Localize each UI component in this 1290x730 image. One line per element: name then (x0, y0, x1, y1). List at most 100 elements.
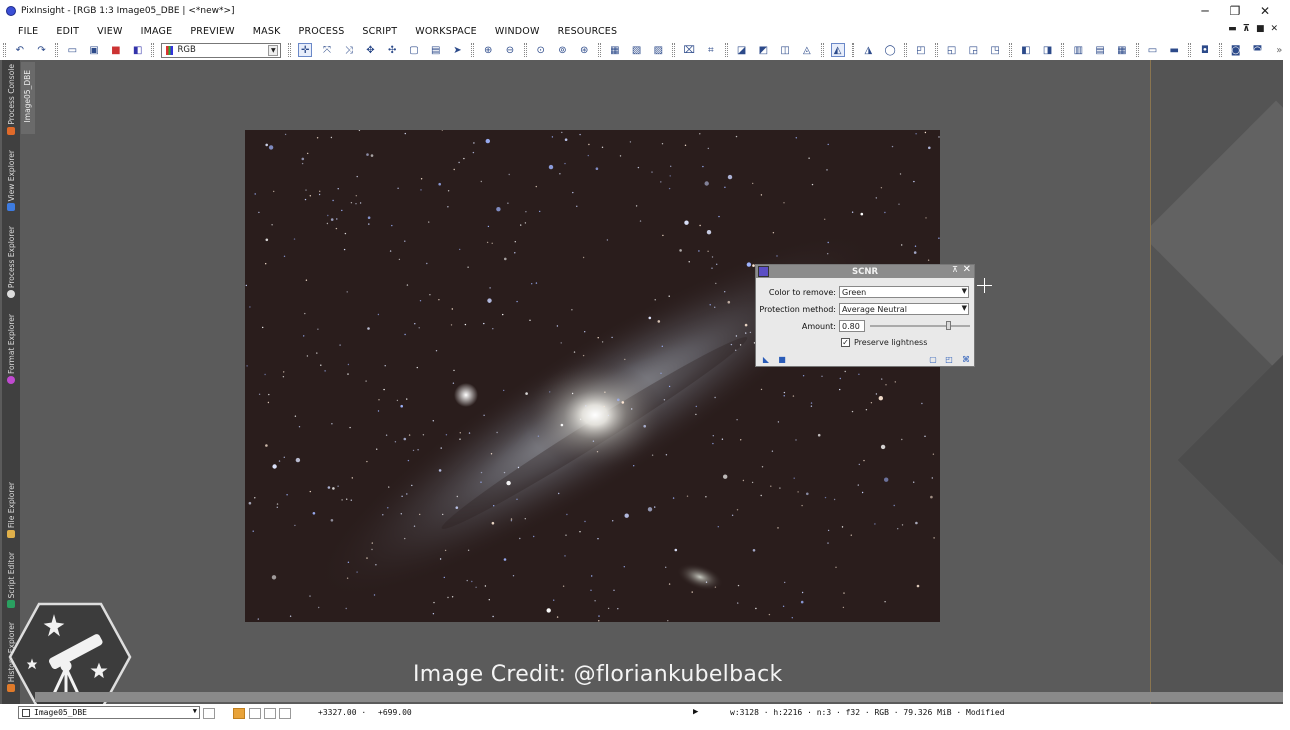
explorer-3-icon[interactable]: ▦ (1115, 43, 1129, 57)
collapse-icon[interactable]: ⊼ (952, 265, 958, 274)
view-explorer-tab[interactable]: View Explorer (3, 150, 19, 212)
new-image-icon[interactable]: ▣ (87, 43, 101, 57)
stf-4-icon[interactable]: ◬ (800, 43, 814, 57)
mdi-maximize-icon[interactable]: ■ (1256, 24, 1265, 34)
image-window-andromeda[interactable] (245, 130, 940, 622)
script-editor-tab[interactable]: Script Editor (3, 552, 19, 609)
readout-swatch-1[interactable] (233, 708, 245, 719)
zoom-out-icon[interactable]: ⊖ (503, 43, 517, 57)
star (265, 263, 267, 265)
frame-3-icon[interactable]: ▨ (652, 43, 666, 57)
horizontal-scrollbar[interactable] (35, 692, 1283, 702)
mdi-close-icon[interactable]: ✕ (1270, 24, 1278, 34)
restore-button[interactable]: ❐ (1220, 2, 1250, 20)
menu-preview[interactable]: PREVIEW (190, 26, 234, 37)
preview-icon[interactable]: ▤ (429, 43, 443, 57)
layout-icon[interactable]: ◧ (1019, 43, 1033, 57)
color-manage-icon[interactable]: ◧ (131, 43, 145, 57)
star (698, 250, 700, 252)
readout-swatch-3[interactable] (264, 708, 276, 719)
menu-view[interactable]: VIEW (97, 26, 123, 37)
resize-icon[interactable]: ⌗ (704, 43, 718, 57)
process-explorer-tab[interactable]: Process Explorer (3, 226, 19, 299)
view-options-button[interactable] (203, 708, 215, 719)
zoom-window-icon[interactable]: ⊛ (577, 43, 591, 57)
view-select[interactable]: Image05_DBE ▼ (18, 706, 200, 719)
mask-6-icon[interactable]: ◳ (988, 43, 1002, 57)
format-explorer-tab[interactable]: Format Explorer (3, 314, 19, 385)
fit-icon[interactable]: ⤨ (342, 43, 356, 57)
menu-file[interactable]: FILE (18, 26, 38, 37)
mask-1-icon[interactable]: ◮ (861, 43, 875, 57)
file-explorer-tab[interactable]: File Explorer (3, 482, 19, 539)
more-icon[interactable]: » (1272, 43, 1286, 57)
amount-slider[interactable] (870, 321, 970, 330)
mask-2-icon[interactable]: ◯ (883, 43, 897, 57)
minimize-button[interactable]: ─ (1190, 2, 1220, 20)
menu-window[interactable]: WINDOW (495, 26, 540, 37)
menu-resources[interactable]: RESOURCES (558, 26, 618, 37)
star (931, 477, 933, 479)
amount-input[interactable]: 0.80 (839, 320, 865, 332)
frame-icon[interactable]: ▦ (608, 43, 622, 57)
close-button[interactable]: ✕ (1250, 2, 1280, 20)
screen-2-icon[interactable]: ◙ (1229, 43, 1243, 57)
stf-icon[interactable]: ◪ (735, 43, 749, 57)
protection-method-select[interactable]: Average Neutral ▼ (839, 303, 969, 315)
screen-icon[interactable]: ◘ (1198, 43, 1212, 57)
reset-icon[interactable]: ⌘ (961, 354, 971, 364)
new-instance-icon[interactable]: ◣ (761, 354, 771, 364)
move-icon[interactable]: ✥ (364, 43, 378, 57)
mask-show-icon[interactable]: ◭ (830, 43, 845, 57)
monitor-2-icon[interactable]: ▬ (1167, 43, 1181, 57)
menu-mask[interactable]: MASK (253, 26, 281, 37)
channel-select[interactable]: RGB ▼ (161, 42, 282, 58)
amount-slider-thumb[interactable] (946, 321, 951, 330)
mask-5-icon[interactable]: ◲ (966, 43, 980, 57)
pan-mode-icon[interactable]: ✛ (298, 43, 313, 57)
zoom-1to1-icon[interactable]: ⊚ (556, 43, 570, 57)
layout-2-icon[interactable]: ◨ (1041, 43, 1055, 57)
color-space-icon[interactable]: ■ (109, 43, 123, 57)
menu-script[interactable]: SCRIPT (362, 26, 397, 37)
menu-process[interactable]: PROCESS (299, 26, 345, 37)
zoom-fit-icon[interactable]: ⊙ (534, 43, 548, 57)
scnr-title-bar[interactable]: SCNR ⊼ ✕ (756, 264, 974, 278)
rect-icon[interactable]: ▢ (407, 43, 421, 57)
preserve-lightness-checkbox[interactable]: ✓ (841, 337, 850, 347)
menu-workspace[interactable]: WORKSPACE (415, 26, 477, 37)
menu-edit[interactable]: EDIT (56, 26, 79, 37)
apply-icon[interactable]: ■ (777, 354, 787, 364)
readout-swatch-4[interactable] (279, 708, 291, 719)
pointer-icon[interactable]: ➤ (451, 43, 465, 57)
monitor-icon[interactable]: ▭ (1146, 43, 1160, 57)
center-icon[interactable]: ✣ (385, 43, 399, 57)
zoom-in-icon[interactable]: ⊕ (481, 43, 495, 57)
explorer-2-icon[interactable]: ▤ (1093, 43, 1107, 57)
readout-swatch-2[interactable] (249, 708, 261, 719)
process-console-tab[interactable]: Process Console (3, 64, 19, 135)
menu-image[interactable]: IMAGE (141, 26, 173, 37)
explorer-icon[interactable]: ▥ (1071, 43, 1085, 57)
redo-icon[interactable]: ↷ (35, 43, 49, 57)
vertical-scrollbar[interactable] (1283, 60, 1290, 704)
close-icon[interactable]: ✕ (963, 264, 971, 275)
browse-docs-icon[interactable]: ▢ (928, 354, 938, 364)
mdi-minimize-icon[interactable]: ▬ (1228, 24, 1237, 34)
frame-2-icon[interactable]: ▧ (630, 43, 644, 57)
mask-3-icon[interactable]: ◰ (914, 43, 928, 57)
document-tab[interactable]: Image05_DBE (21, 62, 35, 134)
real-time-preview-icon[interactable]: ◰ (944, 354, 954, 364)
scnr-process-icon[interactable] (758, 266, 769, 277)
stf-2-icon[interactable]: ◩ (756, 43, 770, 57)
crop-icon[interactable]: ⌧ (682, 43, 696, 57)
stf-3-icon[interactable]: ◫ (778, 43, 792, 57)
color-to-remove-select[interactable]: Green ▼ (839, 286, 969, 298)
screen-3-icon[interactable]: ◚ (1251, 43, 1265, 57)
mask-4-icon[interactable]: ◱ (945, 43, 959, 57)
play-icon[interactable]: ▶ (693, 707, 698, 717)
undo-icon[interactable]: ↶ (13, 43, 27, 57)
mdi-pin-icon[interactable]: ⊼ (1243, 24, 1250, 34)
zoom-mode-icon[interactable]: ⤧ (320, 43, 334, 57)
open-icon[interactable]: ▭ (65, 43, 79, 57)
